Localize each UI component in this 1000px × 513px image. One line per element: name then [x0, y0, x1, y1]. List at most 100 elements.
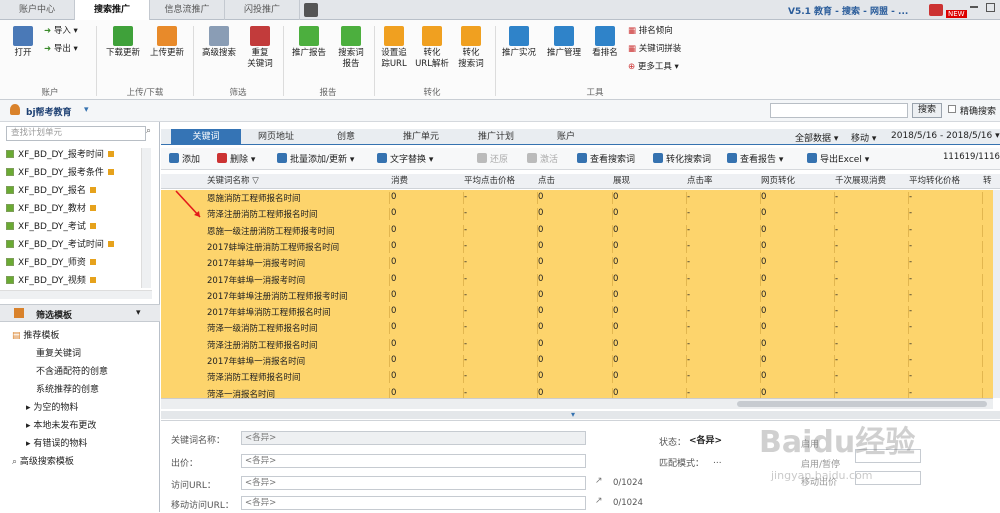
tree-empty[interactable]: ▸ 为空的物料 [26, 401, 78, 415]
table-hscroll[interactable] [161, 398, 993, 409]
match-value[interactable]: ... [713, 456, 722, 466]
col-conversion[interactable]: 网页转化 [761, 174, 795, 189]
adv-search-template[interactable]: ⌕ 高级搜索模板 [12, 455, 74, 469]
add-button[interactable]: 添加 [169, 152, 200, 165]
tab-feed-promo[interactable]: 信息流推广 [150, 0, 225, 20]
tab-account[interactable]: 账户 [531, 129, 601, 145]
delete-button[interactable]: 删除 ▾ [217, 152, 255, 165]
plan-list-hscroll[interactable] [0, 290, 152, 299]
maximize-icon[interactable] [986, 3, 995, 12]
mobile-url-field[interactable]: <各异> [241, 496, 586, 510]
table-row[interactable]: 2017年蚌埠一消报考时间 0 - 0 0 - 0 - - [161, 255, 993, 271]
more-tools-button[interactable]: ⊕ 更多工具 ▾ [628, 62, 694, 73]
promo-report-button[interactable]: 推广报告 [288, 26, 330, 59]
col-avg-conv-price[interactable]: 平均转化价格 [909, 174, 960, 189]
table-vscroll[interactable] [993, 190, 1000, 398]
col-cpm[interactable]: 千次展现消费 [835, 174, 886, 189]
plan-checkbox[interactable] [6, 276, 14, 284]
plan-checkbox[interactable] [6, 186, 14, 194]
tab-url[interactable]: 网页地址 [241, 129, 311, 145]
text-replace-button[interactable]: 文字替换 ▾ [377, 152, 433, 165]
table-row[interactable]: 菏泽一级消防工程师报名时间 0 - 0 0 - 0 - - [161, 320, 993, 336]
upload-update-button[interactable]: 上传更新 [146, 26, 188, 59]
search-icon[interactable]: ⌕ [146, 126, 156, 141]
tree-root[interactable]: ▤ 推荐模板 [12, 329, 59, 343]
plan-list-scrollbar[interactable] [141, 148, 151, 288]
col-ctr[interactable]: 点击率 [687, 174, 713, 189]
plan-item[interactable]: XF_BD_DY_教材 [6, 202, 96, 216]
view-report-button[interactable]: 查看报告 ▾ [727, 152, 783, 165]
tab-account-center[interactable]: 账户中心 [0, 0, 75, 20]
tab-plan[interactable]: 推广计划 [461, 129, 531, 145]
splitter[interactable]: ▾ [161, 410, 1000, 419]
bid-field[interactable]: <各异> [241, 454, 586, 468]
view-search-term-button[interactable]: 查看搜索词 [577, 152, 635, 165]
col-keyword[interactable]: 关键词名称 ▽ [207, 174, 259, 189]
data-range-select[interactable]: 全部数据 ▾ [795, 131, 838, 144]
keyword-assemble-button[interactable]: ▦ 关键词拼装 [628, 44, 694, 55]
convert-search-term-button-2[interactable]: 转化搜索词 [653, 152, 711, 165]
scroll-thumb[interactable] [737, 401, 987, 407]
open-link-icon[interactable]: ↗ [595, 496, 603, 506]
chevron-down-icon[interactable]: ▾ [84, 105, 89, 115]
plan-checkbox[interactable] [6, 168, 14, 176]
download-update-button[interactable]: 下载更新 [102, 26, 144, 59]
tab-search-promo[interactable]: 搜索推广 [75, 0, 150, 20]
tab-keyword[interactable]: 关键词 [171, 129, 241, 145]
device-select[interactable]: 移动 ▾ [851, 131, 876, 144]
exact-search-checkbox[interactable] [948, 105, 956, 113]
tree-errors[interactable]: ▸ 有错误的物料 [26, 437, 87, 451]
tree-unpublished[interactable]: ▸ 本地未发布更改 [26, 419, 96, 433]
table-row[interactable]: 菏泽注册消防工程师报名时间 0 - 0 0 - 0 - - [161, 206, 993, 222]
col-impressions[interactable]: 展现 [613, 174, 630, 189]
table-row[interactable]: 2017年蚌埠注册消防工程师报考时间 0 - 0 0 - 0 - - [161, 288, 993, 304]
open-link-icon[interactable]: ↗ [595, 476, 603, 486]
tab-flash-promo[interactable]: 闪投推广 [225, 0, 300, 20]
tree-no-wildcard[interactable]: 不含通配符的创意 [36, 365, 108, 379]
plan-search-input[interactable]: 查找计划单元 [6, 126, 146, 141]
plan-item[interactable]: XF_BD_DY_考试 [6, 220, 96, 234]
col-more[interactable]: 转 [983, 174, 992, 189]
table-row[interactable]: 菏泽消防工程师报名时间 0 - 0 0 - 0 - - [161, 369, 993, 385]
collapse-icon[interactable]: ▾ [571, 410, 575, 419]
table-row[interactable]: 2017蚌埠注册消防工程师报名时间 0 - 0 0 - 0 - - [161, 239, 993, 255]
plan-item[interactable]: XF_BD_DY_报名 [6, 184, 96, 198]
table-row[interactable]: 2017年蚌埠一消报名时间 0 - 0 0 - 0 - - [161, 353, 993, 369]
col-avg-cpc[interactable]: 平均点击价格 [464, 174, 515, 189]
plan-item[interactable]: XF_BD_DY_考试时间 [6, 238, 114, 252]
filter-template-header[interactable]: 筛选模板 ▾ [0, 304, 160, 322]
promo-manage-button[interactable]: 推广管理 [543, 26, 585, 59]
tab-unit[interactable]: 推广单元 [381, 129, 461, 145]
export-button[interactable]: ➜ 导出 ▾ [44, 44, 84, 55]
plan-checkbox[interactable] [6, 204, 14, 212]
table-row[interactable]: 恩施一级注册消防工程师报考时间 0 - 0 0 - 0 - - [161, 223, 993, 239]
convert-search-term-button[interactable]: 转化 搜索词 [452, 26, 490, 70]
rank-tendency-button[interactable]: ▦ 排名倾向 [628, 26, 688, 37]
table-row[interactable]: 2017年蚌埠消防工程师报名时间 0 - 0 0 - 0 - - [161, 304, 993, 320]
search-button[interactable]: 搜索 [912, 103, 942, 118]
account-name[interactable]: bj帮考教育 [26, 105, 72, 118]
message-icon[interactable] [929, 4, 943, 16]
plan-checkbox[interactable] [6, 240, 14, 248]
open-button[interactable]: 打开 [10, 26, 36, 59]
grid-icon[interactable] [304, 3, 318, 17]
search-term-report-button[interactable]: 搜索词 报告 [332, 26, 370, 70]
set-tracking-url-button[interactable]: 设置追 踪URL [376, 26, 412, 70]
restore-button[interactable]: 还原 [477, 152, 508, 165]
promo-live-button[interactable]: 推广实况 [499, 26, 539, 59]
plan-item[interactable]: XF_BD_DY_师资 [6, 256, 96, 270]
tree-dup-keyword[interactable]: 重复关键词 [36, 347, 81, 361]
table-row[interactable]: 菏泽注册消防工程师报名时间 0 - 0 0 - 0 - - [161, 337, 993, 353]
duplicate-keyword-button[interactable]: 重复 关键词 [242, 26, 278, 70]
tree-recommended[interactable]: 系统推荐的创意 [36, 383, 99, 397]
import-button[interactable]: ➜ 导入 ▾ [44, 26, 84, 37]
table-row[interactable]: 恩施消防工程师报名时间 0 - 0 0 - 0 - - [161, 190, 993, 206]
url-field[interactable]: <各异> [241, 476, 586, 490]
date-range[interactable]: 2018/5/16 - 2018/5/16 ▾ [891, 131, 1000, 141]
table-row[interactable]: 2017年蚌埠一消报考时间 0 - 0 0 - 0 - - [161, 272, 993, 288]
plan-checkbox[interactable] [6, 150, 14, 158]
export-excel-button[interactable]: 导出Excel ▾ [807, 152, 869, 165]
account-search-input[interactable] [770, 103, 908, 118]
view-rank-button[interactable]: 看排名 [588, 26, 622, 59]
col-spend[interactable]: 消费 [391, 174, 408, 189]
